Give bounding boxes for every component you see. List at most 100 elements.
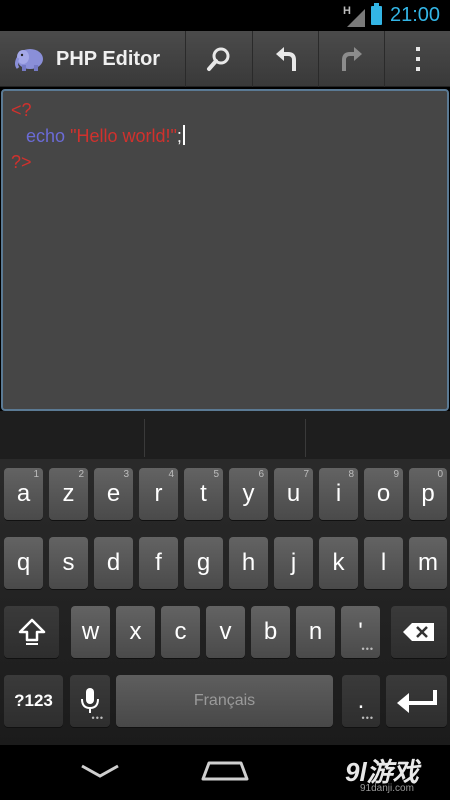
key-more-dots: •••	[361, 644, 374, 654]
home-icon[interactable]	[201, 757, 249, 783]
period-key[interactable]: . •••	[342, 675, 380, 727]
key-hint: 5	[213, 469, 219, 480]
symbols-key[interactable]: ?123	[4, 675, 63, 727]
key-e[interactable]: e3	[94, 468, 133, 520]
backspace-key[interactable]	[391, 606, 447, 658]
key-hint: 1	[33, 469, 39, 480]
key-m[interactable]: m	[409, 537, 447, 589]
key-b[interactable]: b	[251, 606, 290, 658]
key-c[interactable]: c	[161, 606, 200, 658]
key-g[interactable]: g	[184, 537, 223, 589]
key-label: f	[155, 549, 162, 576]
app-title: PHP Editor	[56, 48, 161, 70]
key-label: h	[241, 549, 256, 576]
suggestion-strip	[0, 411, 450, 459]
status-bar: H 21:00	[0, 0, 450, 31]
shift-icon	[18, 618, 45, 645]
enter-key[interactable]	[386, 675, 447, 727]
suggestion-divider	[305, 419, 306, 457]
undo-button[interactable]	[252, 31, 318, 87]
voice-input-key[interactable]: •••	[70, 675, 110, 727]
code-keyword: echo	[26, 126, 66, 146]
key-o[interactable]: o9	[364, 468, 403, 520]
microphone-icon	[81, 688, 99, 713]
suggestion-divider	[144, 419, 145, 457]
key-q[interactable]: q	[4, 537, 43, 589]
key-r[interactable]: r4	[139, 468, 178, 520]
key-label: .	[357, 687, 365, 714]
key-d[interactable]: d	[94, 537, 133, 589]
key-f[interactable]: f	[139, 537, 178, 589]
code-line-3: ?>	[11, 149, 439, 175]
key-label: s	[62, 549, 75, 576]
key-more-dots: •••	[91, 713, 104, 723]
key-k[interactable]: k	[319, 537, 358, 589]
key-a[interactable]: a1	[4, 468, 43, 520]
key-label: e	[106, 480, 121, 507]
key-label: '	[358, 618, 363, 645]
key-n[interactable]: n	[296, 606, 335, 658]
key-label: k	[332, 549, 345, 576]
battery-icon	[371, 3, 382, 25]
key-label: t	[200, 480, 207, 507]
key-label: w	[81, 618, 100, 645]
soft-keyboard: a1 z2 e3 r4 t5 y6 u7 i8 o9 p0 q s d f g …	[0, 459, 450, 745]
shift-key[interactable]	[4, 606, 59, 658]
key-j[interactable]: j	[274, 537, 313, 589]
key-label: p	[421, 480, 435, 507]
network-signal-icon: H	[343, 5, 367, 27]
key-hint: 3	[123, 469, 129, 480]
key-hint: 7	[303, 469, 309, 480]
key-label: x	[129, 618, 142, 645]
code-string: "Hello world!"	[70, 126, 177, 146]
key-w[interactable]: w	[71, 606, 110, 658]
overflow-menu-icon	[415, 47, 420, 71]
undo-icon	[275, 47, 296, 71]
hide-keyboard-icon[interactable]	[80, 763, 120, 781]
search-button[interactable]	[185, 31, 252, 87]
key-label: u	[286, 480, 301, 507]
php-open-tag: <?	[11, 100, 32, 120]
php-close-tag: ?>	[11, 152, 32, 172]
redo-button[interactable]	[318, 31, 384, 87]
redo-icon	[341, 47, 362, 71]
key-z[interactable]: z2	[49, 468, 88, 520]
key-apostrophe[interactable]: ' •••	[341, 606, 380, 658]
key-u[interactable]: u7	[274, 468, 313, 520]
code-semicolon: ;	[176, 126, 182, 146]
key-label: q	[16, 549, 31, 576]
key-h[interactable]: h	[229, 537, 268, 589]
key-p[interactable]: p0	[409, 468, 447, 520]
key-y[interactable]: y6	[229, 468, 268, 520]
backspace-icon	[403, 623, 434, 641]
key-more-dots: •••	[361, 713, 374, 723]
text-cursor	[182, 125, 185, 145]
key-hint: 2	[78, 469, 84, 480]
key-s[interactable]: s	[49, 537, 88, 589]
status-time: 21:00	[390, 4, 441, 26]
php-elephant-icon[interactable]	[14, 46, 44, 72]
key-label: n	[308, 618, 323, 645]
key-l[interactable]: l	[364, 537, 403, 589]
space-key[interactable]: Français	[116, 675, 333, 727]
key-label: d	[106, 549, 121, 576]
navigation-bar: 9l游戏 91danji.com	[0, 745, 450, 800]
key-label: l	[380, 549, 387, 576]
key-label: v	[219, 618, 232, 645]
key-label: y	[242, 480, 255, 507]
key-t[interactable]: t5	[184, 468, 223, 520]
key-v[interactable]: v	[206, 606, 245, 658]
code-editor[interactable]: <? echo "Hello world!"; ?>	[1, 89, 449, 411]
key-label: c	[174, 618, 187, 645]
key-label: i	[335, 480, 342, 507]
key-label: g	[196, 549, 211, 576]
action-bar: PHP Editor	[0, 31, 450, 87]
key-hint: 8	[348, 469, 354, 480]
key-label: z	[62, 480, 75, 507]
key-hint: 9	[393, 469, 399, 480]
key-i[interactable]: i8	[319, 468, 358, 520]
key-label: j	[290, 549, 297, 576]
key-x[interactable]: x	[116, 606, 155, 658]
overflow-menu-button[interactable]	[384, 31, 450, 87]
